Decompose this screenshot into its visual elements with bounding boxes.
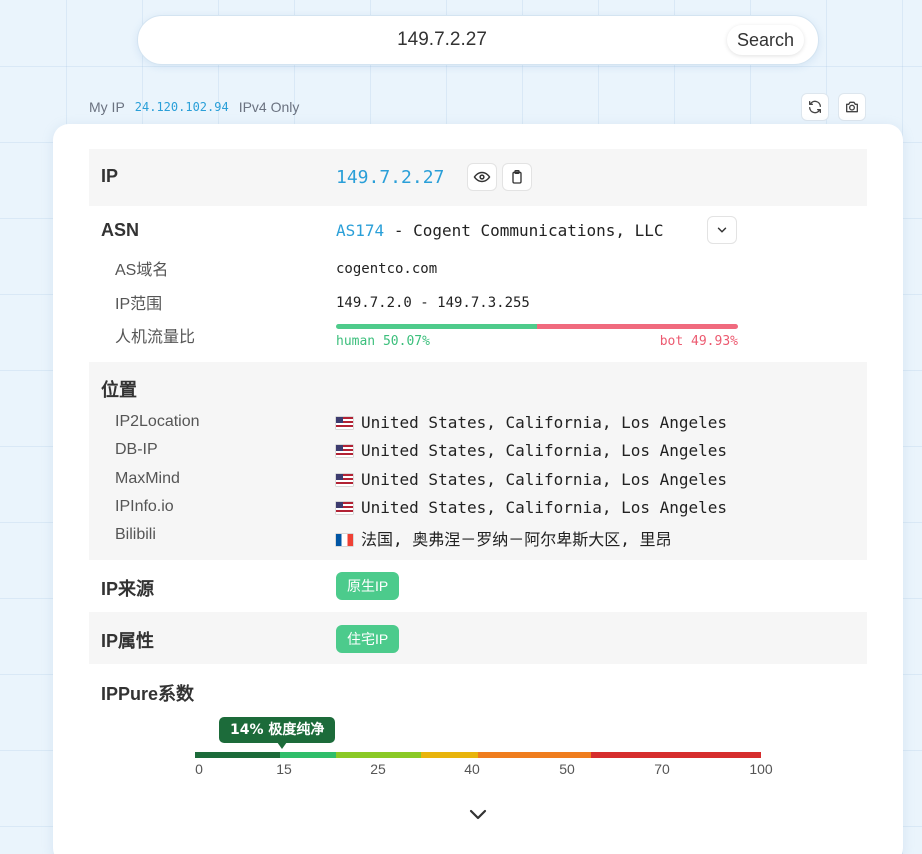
search-input[interactable]: [162, 16, 722, 64]
clipboard-icon: [512, 170, 522, 184]
ip-source-label: IP来源: [101, 579, 155, 599]
location-source-name: IPInfo.io: [115, 498, 174, 515]
chevron-down-icon: [469, 809, 487, 820]
asn-expand-button[interactable]: [707, 216, 737, 244]
location-source-name: DB-IP: [115, 441, 158, 458]
ippure-scale-tick: 25: [370, 761, 386, 777]
us-flag-icon: [336, 502, 353, 514]
as-number-link[interactable]: AS174: [336, 221, 384, 240]
chevron-down-icon: [717, 227, 727, 233]
location-source-name: MaxMind: [115, 470, 180, 487]
refresh-button[interactable]: [801, 93, 829, 121]
copy-ip-button[interactable]: [502, 163, 532, 191]
ippure-scale-segment: [591, 752, 761, 758]
location-source-name: IP2Location: [115, 413, 200, 430]
location-section: 位置 IP2Location United States, California…: [89, 362, 867, 560]
ippure-score-tag: 14% 极度纯净: [219, 717, 336, 749]
ip-row: IP 149.7.2.27: [89, 149, 867, 206]
ippure-label: IPPure系数: [101, 684, 195, 704]
ippure-scale-tick: 40: [464, 761, 480, 777]
us-flag-icon: [336, 417, 353, 429]
ip-attribute-row: IP属性 住宅IP: [89, 612, 867, 664]
ip-attribute-badge: 住宅IP: [336, 625, 400, 653]
my-ip-label: My IP: [89, 99, 125, 115]
human-traffic-text: human 50.07%: [336, 334, 430, 349]
ip-value[interactable]: 149.7.2.27: [336, 167, 444, 188]
location-label: 位置: [101, 380, 137, 400]
expand-more-button[interactable]: [468, 807, 488, 821]
ip-info-card: IP 149.7.2.27 ASN AS174 - Cogent Communi…: [53, 124, 903, 854]
ippure-scale: [195, 752, 761, 758]
search-bar: Search: [137, 15, 819, 65]
my-ip-row: My IP 24.120.102.94 IPv4 Only: [89, 97, 299, 117]
as-domain-value: cogentco.com: [336, 261, 438, 277]
search-button[interactable]: Search: [726, 25, 804, 55]
bot-traffic-bar: [537, 324, 738, 329]
ip-attribute-label: IP属性: [101, 631, 155, 651]
camera-icon: [846, 101, 858, 113]
ippure-scale-segment: [195, 752, 280, 758]
ip-mode-label: IPv4 Only: [238, 99, 300, 115]
ip-range-label: IP范围: [115, 296, 163, 313]
screenshot-button[interactable]: [838, 93, 866, 121]
location-source-value: United States, California, Los Angeles: [336, 470, 727, 489]
my-ip-address[interactable]: 24.120.102.94: [135, 100, 229, 114]
location-source-value: United States, California, Los Angeles: [336, 413, 727, 432]
ippure-scale-tick: 15: [276, 761, 292, 777]
ip-source-badge: 原生IP: [336, 572, 400, 600]
ippure-scale-segment: [477, 752, 592, 758]
ip-label: IP: [101, 166, 119, 186]
ippure-scale-segment: [336, 752, 422, 758]
ippure-row: IPPure系数: [89, 664, 867, 704]
bot-traffic-text: bot 49.93%: [659, 334, 738, 349]
traffic-ratio-label: 人机流量比: [115, 329, 196, 346]
toggle-visibility-button[interactable]: [467, 163, 497, 191]
traffic-ratio-bar: [336, 324, 738, 329]
ippure-scale-segment: [421, 752, 478, 758]
as-org-name: - Cogent Communications, LLC: [393, 221, 664, 240]
asn-value: AS174 - Cogent Communications, LLC: [336, 221, 664, 240]
eye-icon: [473, 171, 491, 183]
ippure-scale-tick: 0: [195, 761, 203, 777]
ip-range-value: 149.7.2.0 - 149.7.3.255: [336, 295, 530, 311]
location-source-value: 法国, 奥弗涅－罗纳－阿尔卑斯大区, 里昂: [336, 526, 672, 550]
as-domain-label: AS域名: [115, 262, 169, 279]
asn-label: ASN: [101, 220, 140, 240]
asn-section: ASN AS174 - Cogent Communications, LLC A…: [89, 206, 867, 362]
location-source-name: Bilibili: [115, 526, 156, 543]
refresh-icon: [809, 100, 821, 114]
us-flag-icon: [336, 445, 353, 457]
fr-flag-icon: [336, 534, 353, 546]
location-source-value: United States, California, Los Angeles: [336, 441, 727, 460]
us-flag-icon: [336, 474, 353, 486]
ippure-scale-segment: [279, 752, 337, 758]
human-traffic-bar: [336, 324, 538, 329]
ippure-scale-tick: 50: [559, 761, 575, 777]
ippure-scale-tick: 100: [749, 761, 773, 777]
ippure-scale-tick: 70: [654, 761, 670, 777]
ip-source-row: IP来源 原生IP: [89, 560, 867, 612]
location-source-value: United States, California, Los Angeles: [336, 498, 727, 517]
